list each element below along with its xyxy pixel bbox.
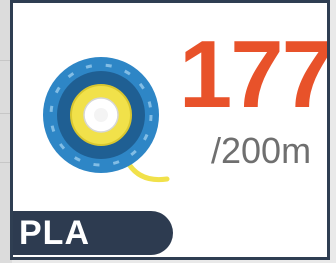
material-badge: PLA xyxy=(13,211,173,255)
filament-total-value: /200m xyxy=(211,130,312,171)
material-label: PLA xyxy=(19,214,90,252)
filament-remaining-value: 177 xyxy=(178,21,330,128)
filament-status-card[interactable]: 177 /200m PLA xyxy=(10,0,330,260)
